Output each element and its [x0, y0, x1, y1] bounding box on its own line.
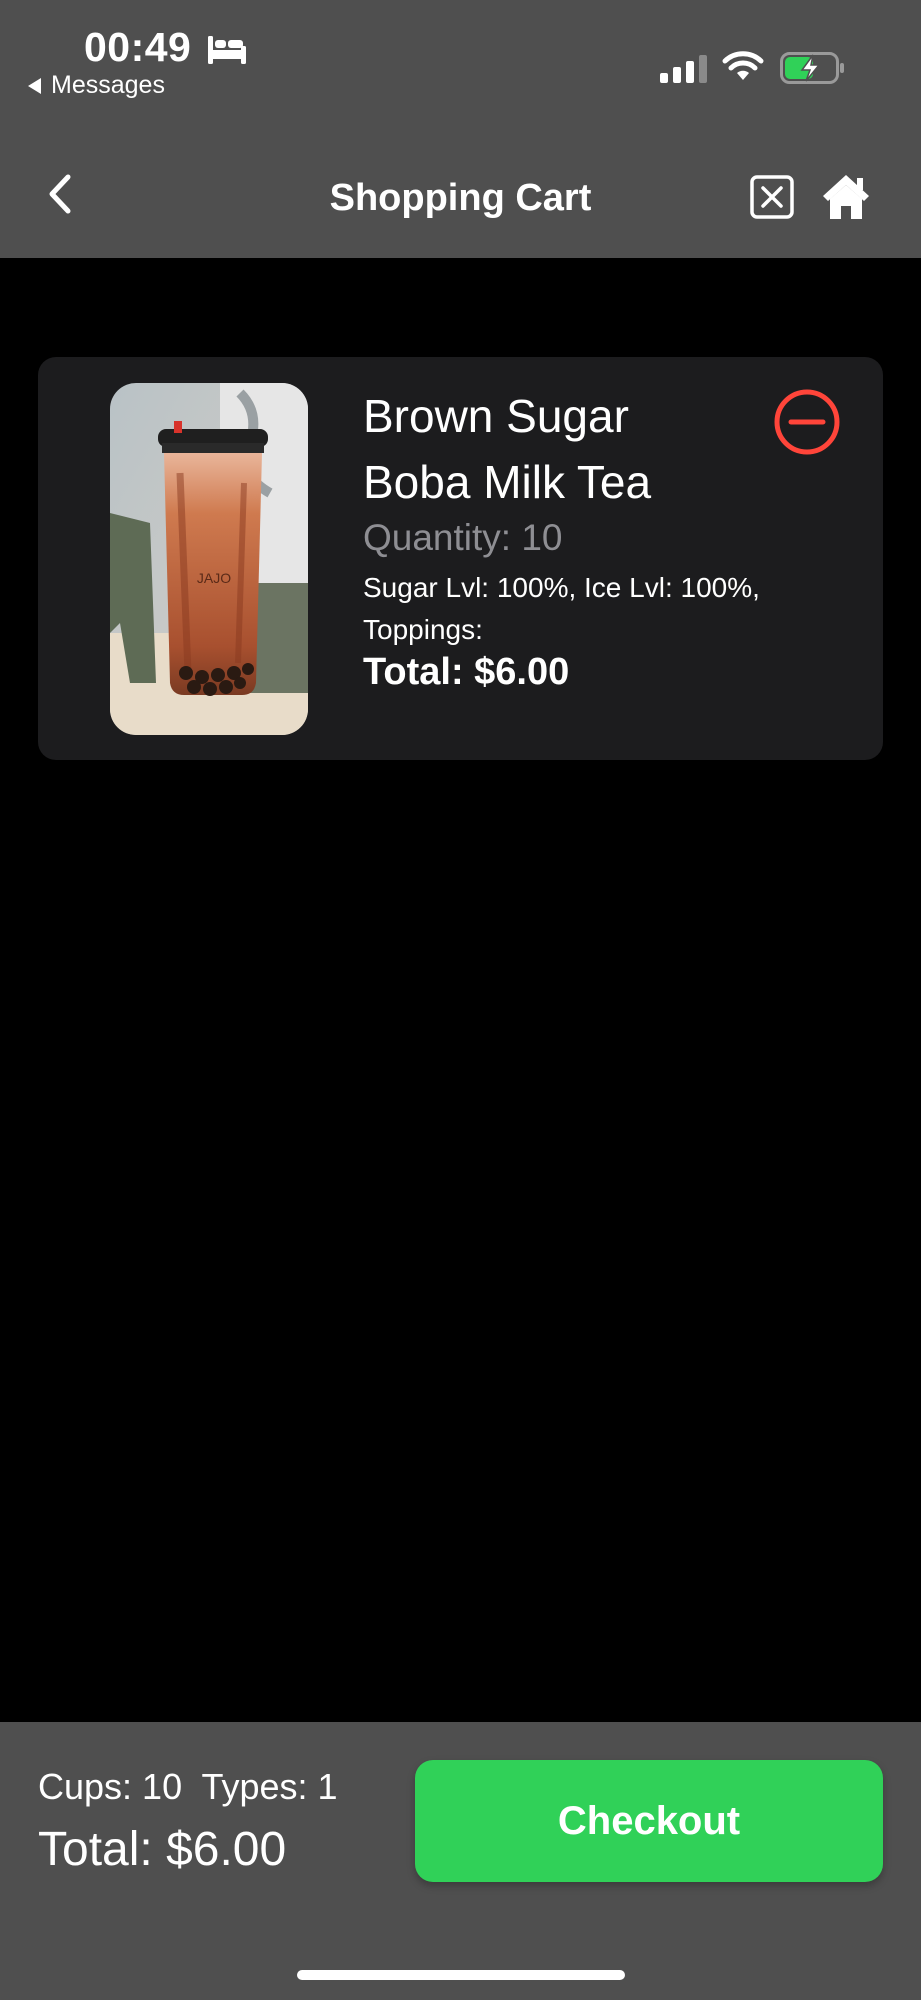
- item-quantity: Quantity: 10: [363, 517, 563, 558]
- remove-item-icon[interactable]: [773, 388, 841, 456]
- back-app-label: Messages: [51, 71, 165, 99]
- cart-counts: Cups: 10 Types: 1: [38, 1766, 338, 1807]
- boba-cup-illustration: JAJO: [110, 383, 308, 735]
- close-box-icon[interactable]: [750, 175, 794, 219]
- signal-icon: [660, 55, 707, 83]
- item-total: Total: $6.00: [363, 651, 570, 693]
- bed-icon: [208, 36, 246, 64]
- cart-summary-bar: Cups: 10 Types: 1 Total: $6.00 Checkout: [0, 1722, 921, 2000]
- back-to-messages[interactable]: Messages: [28, 71, 165, 100]
- cup-logo: JAJO: [197, 570, 231, 586]
- home-icon[interactable]: [821, 172, 871, 222]
- item-name: Brown Sugar Boba Milk Tea: [363, 390, 652, 508]
- home-indicator[interactable]: [297, 1970, 625, 1980]
- wifi-icon: [722, 51, 764, 80]
- top-bar: 00:49 Messages Shopping Cart: [0, 0, 921, 258]
- cart-item: JAJO Brown Sugar Boba Milk Tea Quantity:…: [38, 357, 883, 760]
- item-options: Sugar Lvl: 100%, Ice Lvl: 100%, Toppings…: [363, 572, 760, 645]
- product-image: JAJO: [110, 383, 308, 735]
- back-triangle-icon: [28, 77, 41, 94]
- battery-charging-icon: [780, 52, 844, 84]
- cart-total: Total: $6.00: [38, 1823, 287, 1876]
- status-time: 00:49: [84, 24, 192, 70]
- checkout-button[interactable]: Checkout: [415, 1760, 883, 1882]
